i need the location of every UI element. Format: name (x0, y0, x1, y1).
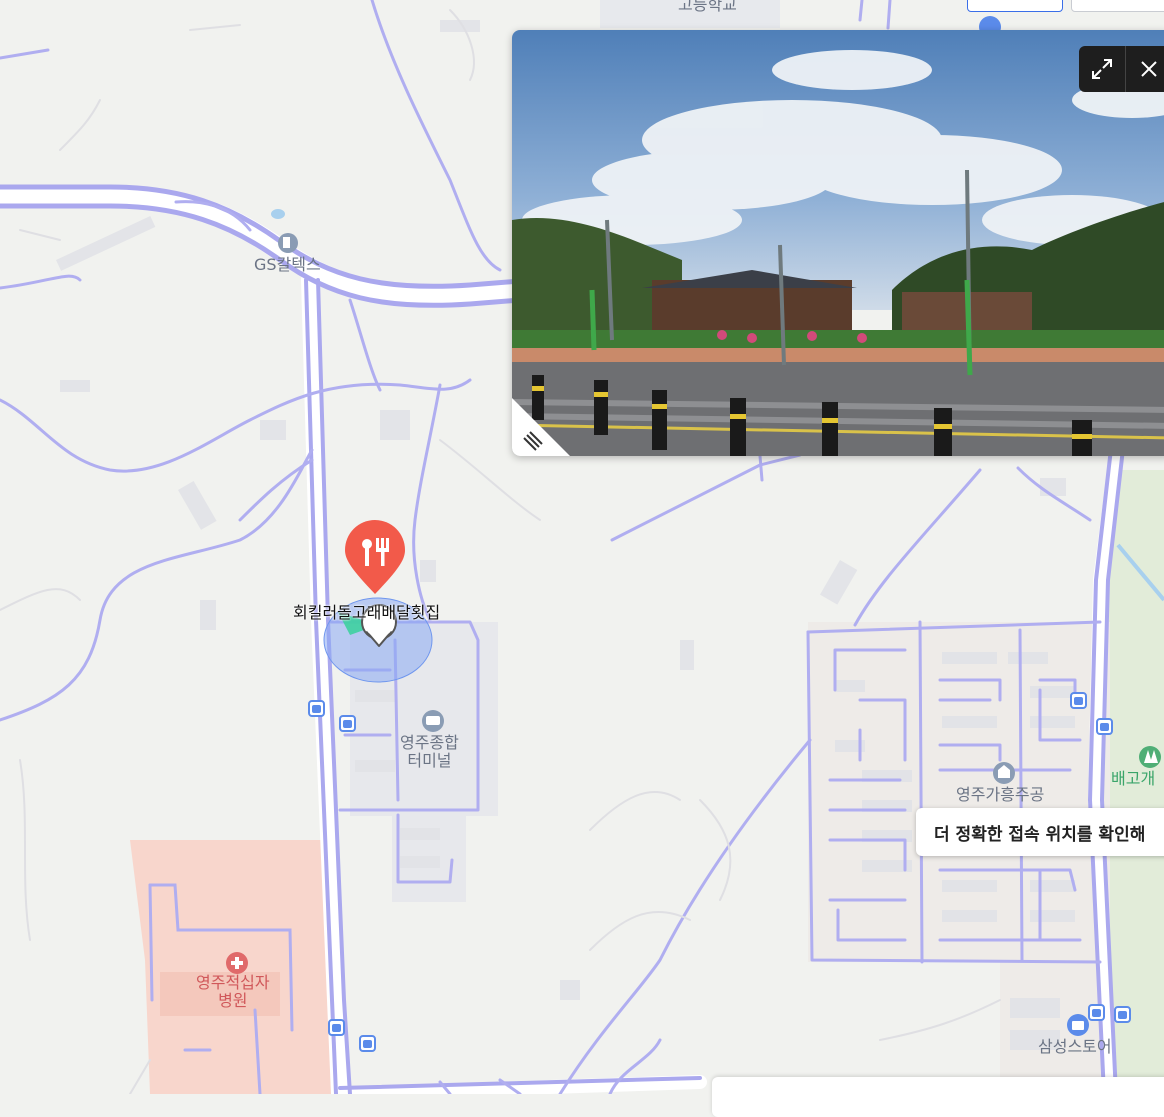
street-view-panel[interactable] (512, 30, 1164, 456)
store-label: 삼성스토어 (1038, 1037, 1112, 1056)
hospital-icon (226, 952, 248, 974)
street-view-controls (1079, 46, 1164, 92)
bus-terminal-label: 영주종합 터미널 (400, 733, 459, 771)
restaurant-label[interactable]: 회킬러돌고래배달횟집 (293, 603, 440, 622)
tooltip-text: 더 정확한 접속 위치를 확인해 (934, 824, 1146, 845)
bus-stop-icon[interactable] (339, 715, 356, 732)
location-tooltip[interactable]: 더 정확한 접속 위치를 확인해 (916, 808, 1164, 856)
park-icon (1139, 746, 1161, 768)
expand-icon[interactable] (1079, 46, 1125, 92)
bottom-panel[interactable] (712, 1077, 1164, 1117)
school-label: 고등학교 (678, 0, 737, 14)
bus-stop-icon[interactable] (1114, 1006, 1131, 1023)
bus-stop-icon[interactable] (359, 1035, 376, 1052)
menu-icon[interactable] (512, 398, 570, 456)
gas-station-icon (278, 233, 298, 253)
top-control[interactable] (967, 0, 1063, 12)
bus-stop-icon[interactable] (308, 700, 325, 717)
apartment-label: 영주가흥주공 (956, 785, 1045, 804)
bus-stop-icon[interactable] (328, 1019, 345, 1036)
bus-stop-icon[interactable] (1070, 692, 1087, 709)
bus-stop-icon[interactable] (1096, 718, 1113, 735)
close-icon[interactable] (1125, 46, 1164, 92)
street-view-image[interactable] (512, 30, 1164, 456)
top-control[interactable] (1071, 0, 1164, 12)
store-icon (1067, 1014, 1089, 1036)
bus-stop-icon[interactable] (1088, 1004, 1105, 1021)
pond (271, 209, 285, 219)
apartment-icon (993, 762, 1015, 784)
gas-station-label: GS칼텍스 (254, 255, 321, 274)
park-label: 배고개 (1111, 769, 1156, 788)
hospital-label: 영주적십자 병원 (196, 973, 270, 1011)
bus-terminal-icon (422, 710, 444, 732)
